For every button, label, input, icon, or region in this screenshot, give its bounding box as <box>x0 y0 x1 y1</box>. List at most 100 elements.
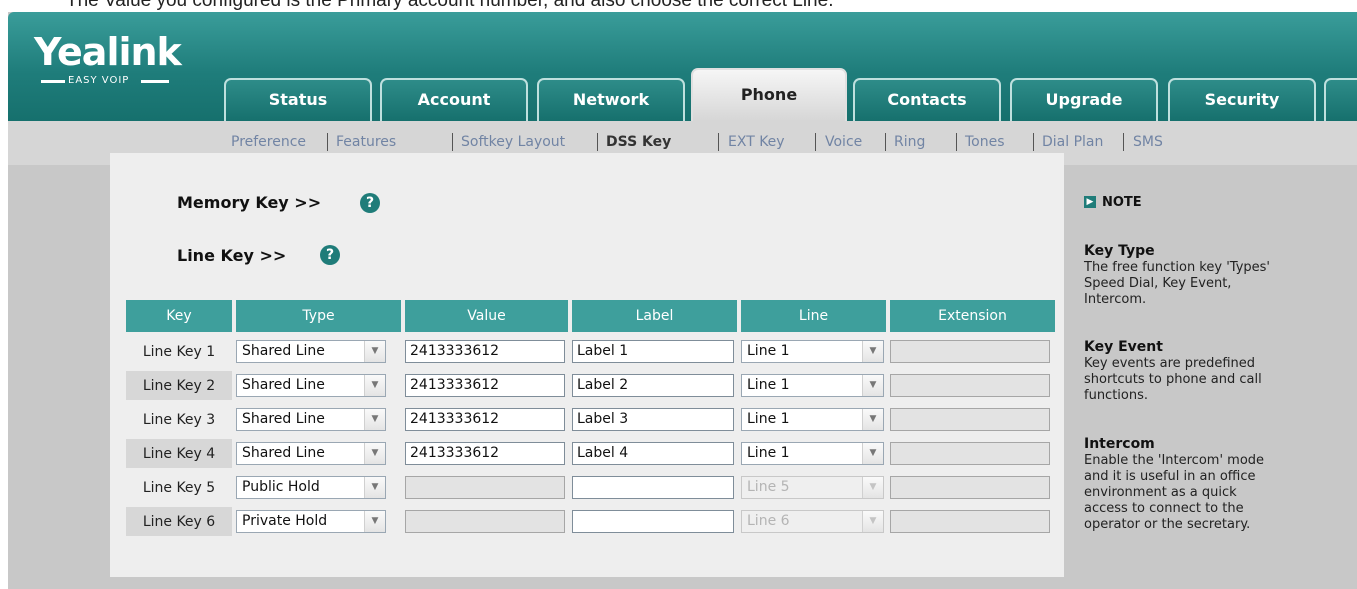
line-select[interactable]: Line 1 ▼ <box>741 442 884 465</box>
chevron-down-icon[interactable]: ▼ <box>364 409 385 430</box>
table-cell: 2413333612 <box>405 405 568 434</box>
column-header-extension: Extension <box>890 300 1055 332</box>
column-header-type: Type <box>236 300 401 332</box>
line-select: Line 5 ▼ <box>741 476 884 499</box>
line-select-value: Line 1 <box>747 445 790 461</box>
table-cell <box>405 473 568 502</box>
chevron-down-icon[interactable]: ▼ <box>364 443 385 464</box>
table-row: Line Key 1 Shared Line ▼ 2413333612 Label 1 L… <box>126 337 1055 366</box>
table-cell: Line 1 ▼ <box>741 371 886 400</box>
table-cell <box>572 507 737 536</box>
note-body: The free function key 'Types' Speed Dial… <box>1084 260 1270 307</box>
tab-security[interactable]: Security <box>1168 78 1316 121</box>
table-cell: Line 1 ▼ <box>741 405 886 434</box>
table-cell: Label 4 <box>572 439 737 468</box>
tab-phone[interactable]: Phone <box>691 68 847 121</box>
note-body: Key events are predefined shortcuts to p… <box>1084 356 1262 403</box>
label-field[interactable]: Label 2 <box>572 374 734 397</box>
line-select[interactable]: Line 1 ▼ <box>741 374 884 397</box>
table-cell <box>572 473 737 502</box>
subnav-softkey-layout[interactable]: Softkey Layout <box>461 134 565 150</box>
label-field[interactable]: Label 4 <box>572 442 734 465</box>
table-row: Line Key 5 Public Hold ▼ Line 5 ▼ <box>126 473 1055 502</box>
type-select[interactable]: Private Hold ▼ <box>236 510 386 533</box>
subnav-dial-plan[interactable]: Dial Plan <box>1042 134 1103 150</box>
line-select-value: Line 5 <box>747 479 790 495</box>
subnav-sms[interactable]: SMS <box>1133 134 1163 150</box>
line-select[interactable]: Line 1 ▼ <box>741 408 884 431</box>
subnav-divider <box>1033 133 1034 151</box>
chevron-down-icon[interactable]: ▼ <box>364 375 385 396</box>
label-field[interactable] <box>572 510 734 533</box>
label-field[interactable] <box>572 476 734 499</box>
label-field[interactable]: Label 1 <box>572 340 734 363</box>
label-field[interactable]: Label 3 <box>572 408 734 431</box>
line-key-title[interactable]: Line Key >> <box>177 246 286 265</box>
table-cell <box>405 507 568 536</box>
value-field[interactable]: 2413333612 <box>405 374 565 397</box>
subnav-dss-key[interactable]: DSS Key <box>606 134 671 150</box>
chevron-down-icon[interactable]: ▼ <box>364 511 385 532</box>
value-field[interactable]: 2413333612 <box>405 340 565 363</box>
memory-key-title[interactable]: Memory Key >> <box>177 193 321 212</box>
type-select[interactable]: Public Hold ▼ <box>236 476 386 499</box>
value-field <box>405 510 565 533</box>
table-cell: Private Hold ▼ <box>236 507 401 536</box>
table-cell: Label 2 <box>572 371 737 400</box>
subnav-voice[interactable]: Voice <box>825 134 862 150</box>
help-icon[interactable]: ? <box>320 245 340 265</box>
table-cell: Line 5 ▼ <box>741 473 886 502</box>
yealink-logo: Yealink <box>34 30 182 74</box>
table-cell: Shared Line ▼ <box>236 439 401 468</box>
table-cell: Line 6 ▼ <box>741 507 886 536</box>
subnav-tones[interactable]: Tones <box>965 134 1005 150</box>
chevron-down-icon[interactable]: ▼ <box>862 341 883 362</box>
subnav-ext-key[interactable]: EXT Key <box>728 134 785 150</box>
subnav-features[interactable]: Features <box>336 134 396 150</box>
type-select-value: Private Hold <box>242 513 328 529</box>
value-field[interactable]: 2413333612 <box>405 442 565 465</box>
key-name: Line Key 2 <box>126 371 232 400</box>
chevron-down-icon[interactable]: ▼ <box>862 443 883 464</box>
extension-field <box>890 408 1050 431</box>
table-row: Line Key 6 Private Hold ▼ Line 6 ▼ <box>126 507 1055 536</box>
line-select-value: Line 1 <box>747 377 790 393</box>
subnav-divider <box>885 133 886 151</box>
chevron-down-icon[interactable]: ▼ <box>364 341 385 362</box>
note-title: Key Type <box>1084 243 1155 259</box>
table-cell: 2413333612 <box>405 371 568 400</box>
table-cell: Label 3 <box>572 405 737 434</box>
key-name: Line Key 3 <box>142 411 216 428</box>
help-icon[interactable]: ? <box>360 193 380 213</box>
header-bar: Yealink EASY VOIP Status Account Network Ph… <box>8 12 1357 121</box>
table-cell <box>890 405 1055 434</box>
table-cell: Shared Line ▼ <box>236 337 401 366</box>
subnav-divider <box>1123 133 1124 151</box>
subnav-ring[interactable]: Ring <box>894 134 925 150</box>
chevron-down-icon[interactable]: ▼ <box>364 477 385 498</box>
type-select[interactable]: Shared Line ▼ <box>236 374 386 397</box>
chevron-down-icon[interactable]: ▼ <box>862 409 883 430</box>
key-name: Line Key 4 <box>126 439 232 468</box>
tab-contacts[interactable]: Contacts <box>853 78 1001 121</box>
table-row: Line Key 3 Shared Line ▼ 2413333612 Label 3 L… <box>126 405 1055 434</box>
subnav-preference[interactable]: Preference <box>231 134 306 150</box>
column-header-key: Key <box>126 300 232 332</box>
tab-status[interactable]: Status <box>224 78 372 121</box>
type-select-value: Shared Line <box>242 343 325 359</box>
chevron-down-icon: ▼ <box>862 477 883 498</box>
type-select[interactable]: Shared Line ▼ <box>236 340 386 363</box>
note-title: Key Event <box>1084 339 1163 355</box>
type-select[interactable]: Shared Line ▼ <box>236 408 386 431</box>
arrow-right-icon: ▶ <box>1084 196 1096 208</box>
subnav-divider <box>718 133 719 151</box>
chevron-down-icon[interactable]: ▼ <box>862 375 883 396</box>
table-cell: Shared Line ▼ <box>236 405 401 434</box>
tab-account[interactable]: Account <box>380 78 528 121</box>
tab-network[interactable]: Network <box>537 78 685 121</box>
type-select[interactable]: Shared Line ▼ <box>236 442 386 465</box>
table-cell: Label 1 <box>572 337 737 366</box>
tab-upgrade[interactable]: Upgrade <box>1010 78 1158 121</box>
value-field[interactable]: 2413333612 <box>405 408 565 431</box>
line-select[interactable]: Line 1 ▼ <box>741 340 884 363</box>
